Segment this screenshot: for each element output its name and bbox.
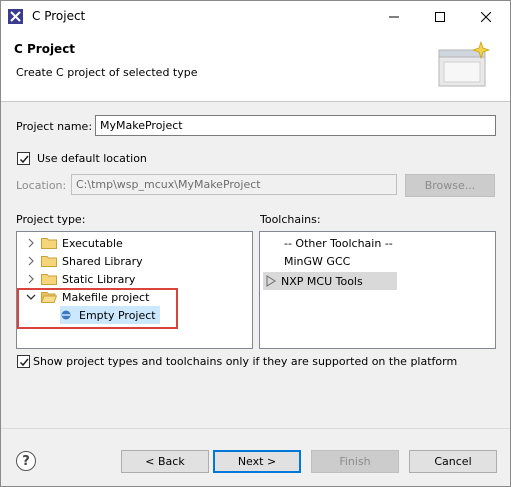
chevron-right-icon [28, 274, 34, 284]
highlight-annotation-box [17, 288, 178, 329]
finish-button[interactable]: Finish [311, 450, 399, 473]
toolchains-label: Toolchains: [260, 213, 321, 226]
show-supported-only-checkbox[interactable] [17, 355, 30, 368]
project-name-input[interactable]: MyMakeProject [95, 115, 496, 136]
minimize-button[interactable] [371, 1, 417, 32]
location-label: Location: [16, 179, 67, 192]
maximize-button[interactable] [417, 1, 463, 32]
wizard-description: Create C project of selected type [16, 66, 198, 79]
tree-item-label: Static Library [62, 272, 136, 286]
tree-item-static-library[interactable]: Static Library [25, 270, 135, 288]
folder-icon [41, 238, 57, 249]
eclipse-x-icon [8, 9, 23, 24]
toolchain-item-label: NXP MCU Tools [281, 274, 363, 288]
window-title: C Project [32, 9, 86, 23]
project-name-label: Project name: [16, 120, 93, 133]
browse-button[interactable]: Browse... [405, 174, 495, 197]
folder-icon [41, 256, 57, 267]
tree-item-shared-library[interactable]: Shared Library [25, 252, 143, 270]
toolchain-item-mingw[interactable]: MinGW GCC [284, 252, 350, 270]
use-default-location-label: Use default location [37, 152, 147, 165]
cancel-button[interactable]: Cancel [409, 450, 497, 473]
chevron-right-icon [28, 256, 34, 266]
title-bar: C Project [1, 1, 510, 32]
wizard-title: C Project [14, 42, 76, 56]
toolchain-item-nxp[interactable]: NXP MCU Tools [263, 272, 397, 290]
maximize-icon [435, 11, 445, 22]
folder-icon [41, 274, 57, 285]
back-button[interactable]: < Back [121, 450, 209, 473]
tree-item-label: Shared Library [62, 254, 143, 268]
toolchain-item-other[interactable]: -- Other Toolchain -- [284, 234, 393, 252]
tree-item-label: Executable [62, 236, 123, 250]
next-button[interactable]: Next > [213, 450, 301, 473]
location-input[interactable]: C:\tmp\wsp_mcux\MyMakeProject [71, 174, 397, 195]
help-icon[interactable]: ? [16, 451, 36, 471]
minimize-icon [389, 16, 399, 17]
new-project-wizard-icon [438, 40, 491, 87]
show-supported-only-label: Show project types and toolchains only i… [33, 355, 458, 368]
c-project-dialog: C Project C Project Create C project of … [0, 0, 511, 487]
close-button[interactable] [463, 1, 509, 32]
play-arrow-icon [266, 275, 276, 287]
use-default-location-checkbox[interactable] [17, 152, 30, 165]
close-icon [481, 11, 491, 22]
project-type-label: Project type: [16, 213, 86, 226]
wizard-header: C Project Create C project of selected t… [1, 32, 510, 102]
checkmark-icon [19, 358, 29, 367]
checkmark-icon [19, 155, 29, 164]
tree-item-executable[interactable]: Executable [25, 234, 123, 252]
chevron-right-icon [28, 238, 34, 248]
footer-separator [1, 428, 510, 429]
